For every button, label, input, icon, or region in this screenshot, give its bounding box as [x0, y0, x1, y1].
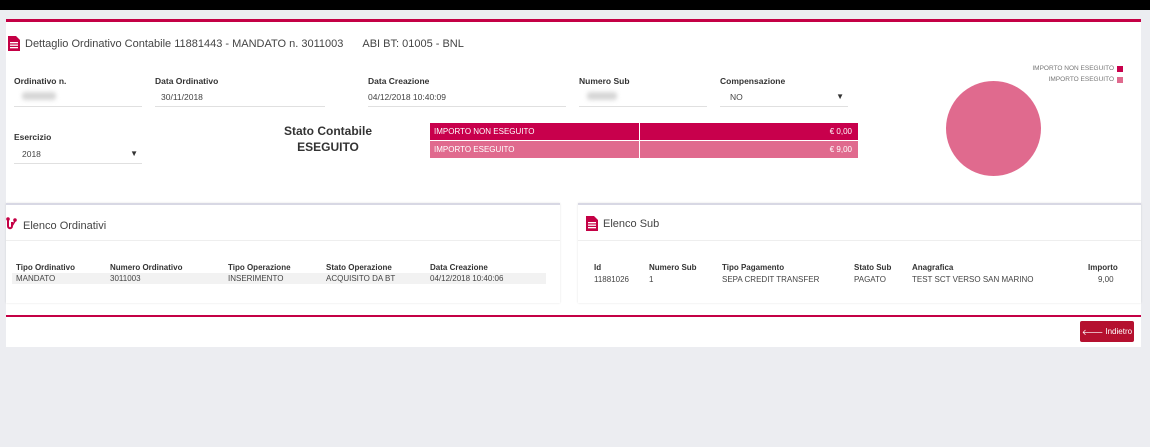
esercizio-select[interactable]: 2018 ▼ [14, 147, 142, 164]
elenco-sub-title: Elenco Sub [603, 217, 660, 230]
column-header[interactable]: Tipo Operazione [228, 263, 291, 272]
section-divider [6, 315, 1141, 317]
column-header[interactable]: Tipo Ordinativo [16, 263, 75, 272]
importo-eseguito-value: € 9,00 [829, 145, 852, 154]
data-ordinativo-field[interactable]: 30/11/2018 [155, 90, 325, 107]
column-header[interactable]: Id [594, 263, 601, 272]
card-title: Elenco Sub [586, 216, 659, 231]
column-header[interactable]: Stato Sub [854, 263, 891, 272]
numero-sub-field [579, 90, 707, 107]
compensazione-label: Compensazione [720, 76, 786, 86]
importo-eseguito-label: IMPORTO ESEGUITO [430, 141, 640, 158]
table-cell: 11881026 [594, 275, 629, 284]
column-header[interactable]: Tipo Pagamento [722, 263, 784, 272]
compensazione-select[interactable]: NO ▼ [720, 90, 848, 107]
legend-label: IMPORTO ESEGUITO [1048, 76, 1114, 83]
importo-non-eseguito-row: IMPORTO NON ESEGUITO € 0,00 [430, 123, 858, 140]
legend-item-non-eseguito[interactable]: IMPORTO NON ESEGUITO [1032, 65, 1123, 72]
numero-sub-blurred-value [587, 92, 617, 100]
column-header[interactable]: Anagrafica [912, 263, 953, 272]
legend-swatch [1117, 76, 1123, 83]
chevron-down-icon: ▼ [836, 92, 844, 101]
numero-sub-label: Numero Sub [579, 76, 630, 86]
indietro-label: Indietro [1105, 327, 1133, 336]
legend-label: IMPORTO NON ESEGUITO [1032, 65, 1114, 72]
card-header: Elenco Ordinativi [6, 205, 560, 241]
data-creazione-field[interactable]: 04/12/2018 10:40:09 [368, 90, 566, 107]
legend-item-eseguito[interactable]: IMPORTO ESEGUITO [1049, 76, 1123, 83]
column-header[interactable]: Stato Operazione [326, 263, 392, 272]
table-cell: MANDATO [16, 274, 56, 283]
importo-eseguito-row: IMPORTO ESEGUITO € 9,00 [430, 141, 858, 158]
tree-icon [6, 217, 18, 235]
table-cell: 3011003 [110, 274, 141, 283]
importo-non-eseguito-value: € 0,00 [829, 127, 852, 136]
stato-contabile-label: Stato Contabile [283, 124, 372, 138]
importo-non-eseguito-label: IMPORTO NON ESEGUITO [430, 123, 640, 140]
stato-contabile-value: ESEGUITO [297, 140, 359, 154]
table-cell: ACQUISITO DA BT [326, 274, 396, 283]
ordinativo-label: Ordinativo n. [14, 76, 67, 86]
data-creazione-label: Data Creazione [368, 76, 430, 86]
abi-label: ABI BT: 01005 - BNL [362, 37, 464, 50]
chevron-down-icon: ▼ [130, 149, 138, 158]
elenco-ordinativi-title: Elenco Ordinativi [23, 220, 107, 232]
document-icon [8, 36, 20, 51]
esercizio-value: 2018 [22, 149, 41, 159]
table-cell: INSERIMENTO [228, 274, 284, 283]
ordinativo-field [14, 90, 142, 107]
table-cell: 9,00 [1098, 275, 1114, 284]
ordinativo-blurred-value [22, 92, 56, 100]
card-header: Elenco Sub [578, 205, 1141, 241]
pie-chart[interactable] [946, 81, 1041, 176]
card-title: Elenco Ordinativi [6, 217, 106, 235]
page-header: Dettaglio Ordinativo Contabile 11881443 … [8, 36, 464, 51]
page-title: Dettaglio Ordinativo Contabile 11881443 … [25, 37, 344, 50]
elenco-sub-card: Elenco Sub Id Numero Sub Tipo Pagamento … [578, 203, 1141, 303]
data-ordinativo-label: Data Ordinativo [155, 76, 219, 86]
document-icon [586, 216, 598, 231]
column-header[interactable]: Numero Sub [649, 263, 697, 272]
table-cell: TEST SCT VERSO SAN MARINO [912, 275, 1034, 284]
table-cell: PAGATO [854, 275, 887, 284]
indietro-button[interactable]: 🡐 Indietro [1080, 321, 1134, 342]
table-cell: 1 [649, 275, 654, 284]
column-header[interactable]: Data Creazione [430, 263, 488, 272]
legend-swatch [1117, 65, 1123, 72]
column-header[interactable]: Numero Ordinativo [110, 263, 182, 272]
column-header[interactable]: Importo [1088, 263, 1118, 272]
esercizio-label: Esercizio [14, 132, 52, 142]
table-cell: 04/12/2018 10:40:06 [430, 274, 504, 283]
compensazione-value: NO [730, 92, 743, 102]
elenco-ordinativi-card: Elenco Ordinativi Tipo Ordinativo Numero… [6, 203, 560, 303]
top-bar [0, 0, 1150, 10]
arrow-left-icon: 🡐 [1081, 327, 1104, 337]
table-cell: SEPA CREDIT TRANSFER [722, 275, 820, 284]
